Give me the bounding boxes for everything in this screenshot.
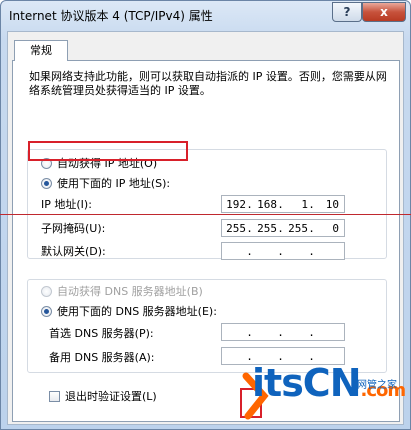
validate-on-exit-label: 退出时验证设置(L) xyxy=(65,390,157,403)
tab-general[interactable]: 常规 xyxy=(14,40,68,61)
octet: 255 xyxy=(257,221,277,235)
default-gateway-label: 默认网关(D): xyxy=(41,245,106,258)
manual-ip-radio[interactable]: 使用下面的 IP 地址(S): xyxy=(41,175,170,191)
checkbox-icon xyxy=(49,390,60,402)
octet: 168 xyxy=(257,197,277,211)
window-title: Internet 协议版本 4 (TCP/IPv4) 属性 xyxy=(9,9,213,23)
subnet-mask-label: 子网掩码(U): xyxy=(41,222,106,235)
octet: 255 xyxy=(288,221,308,235)
ip-address-field[interactable]: 192. 168. 1. 10 xyxy=(221,195,345,213)
watermark-subtitle: 网管之家 xyxy=(357,380,397,391)
octet: 0 xyxy=(332,221,339,235)
annotation-line xyxy=(0,214,411,215)
manual-dns-label: 使用下面的 DNS 服务器地址(E): xyxy=(57,305,217,318)
radio-button-disabled-icon xyxy=(41,285,52,297)
validate-on-exit-checkbox[interactable]: 退出时验证设置(L) xyxy=(49,388,157,404)
octet: 10 xyxy=(325,197,339,211)
octet: 255 xyxy=(226,221,246,235)
default-gateway-field[interactable]: . . . xyxy=(221,242,345,260)
octet: 1 xyxy=(301,197,308,211)
manual-ip-label: 使用下面的 IP 地址(S): xyxy=(57,177,171,190)
ip-address-label: IP 地址(I): xyxy=(41,198,92,211)
preferred-dns-field[interactable]: . . . xyxy=(221,323,345,341)
auto-dns-label: 自动获得 DNS 服务器地址(B) xyxy=(57,285,203,298)
title-bar[interactable]: Internet 协议版本 4 (TCP/IPv4) 属性 ? x xyxy=(1,1,410,29)
radio-button-selected-icon xyxy=(41,177,52,189)
auto-dns-radio[interactable]: 自动获得 DNS 服务器地址(B) xyxy=(41,283,203,299)
radio-button-selected-icon xyxy=(41,305,52,317)
highlight-box xyxy=(28,141,188,161)
description-text: 如果网络支持此功能，则可以获取自动指派的 IP 设置。否则，您需要从网络系统管理… xyxy=(29,70,387,97)
preferred-dns-label: 首选 DNS 服务器(P): xyxy=(49,327,154,340)
octet: 192 xyxy=(226,197,246,211)
manual-dns-radio[interactable]: 使用下面的 DNS 服务器地址(E): xyxy=(41,303,217,319)
close-button[interactable]: x xyxy=(362,2,406,22)
site-watermark: itsCN.com 网管之家 xyxy=(242,356,411,430)
logo-text-main: itsCN xyxy=(252,361,361,405)
subnet-mask-field[interactable]: 255. 255. 255. 0 xyxy=(221,219,345,237)
help-button[interactable]: ? xyxy=(332,2,362,22)
alternate-dns-label: 备用 DNS 服务器(A): xyxy=(49,351,155,364)
